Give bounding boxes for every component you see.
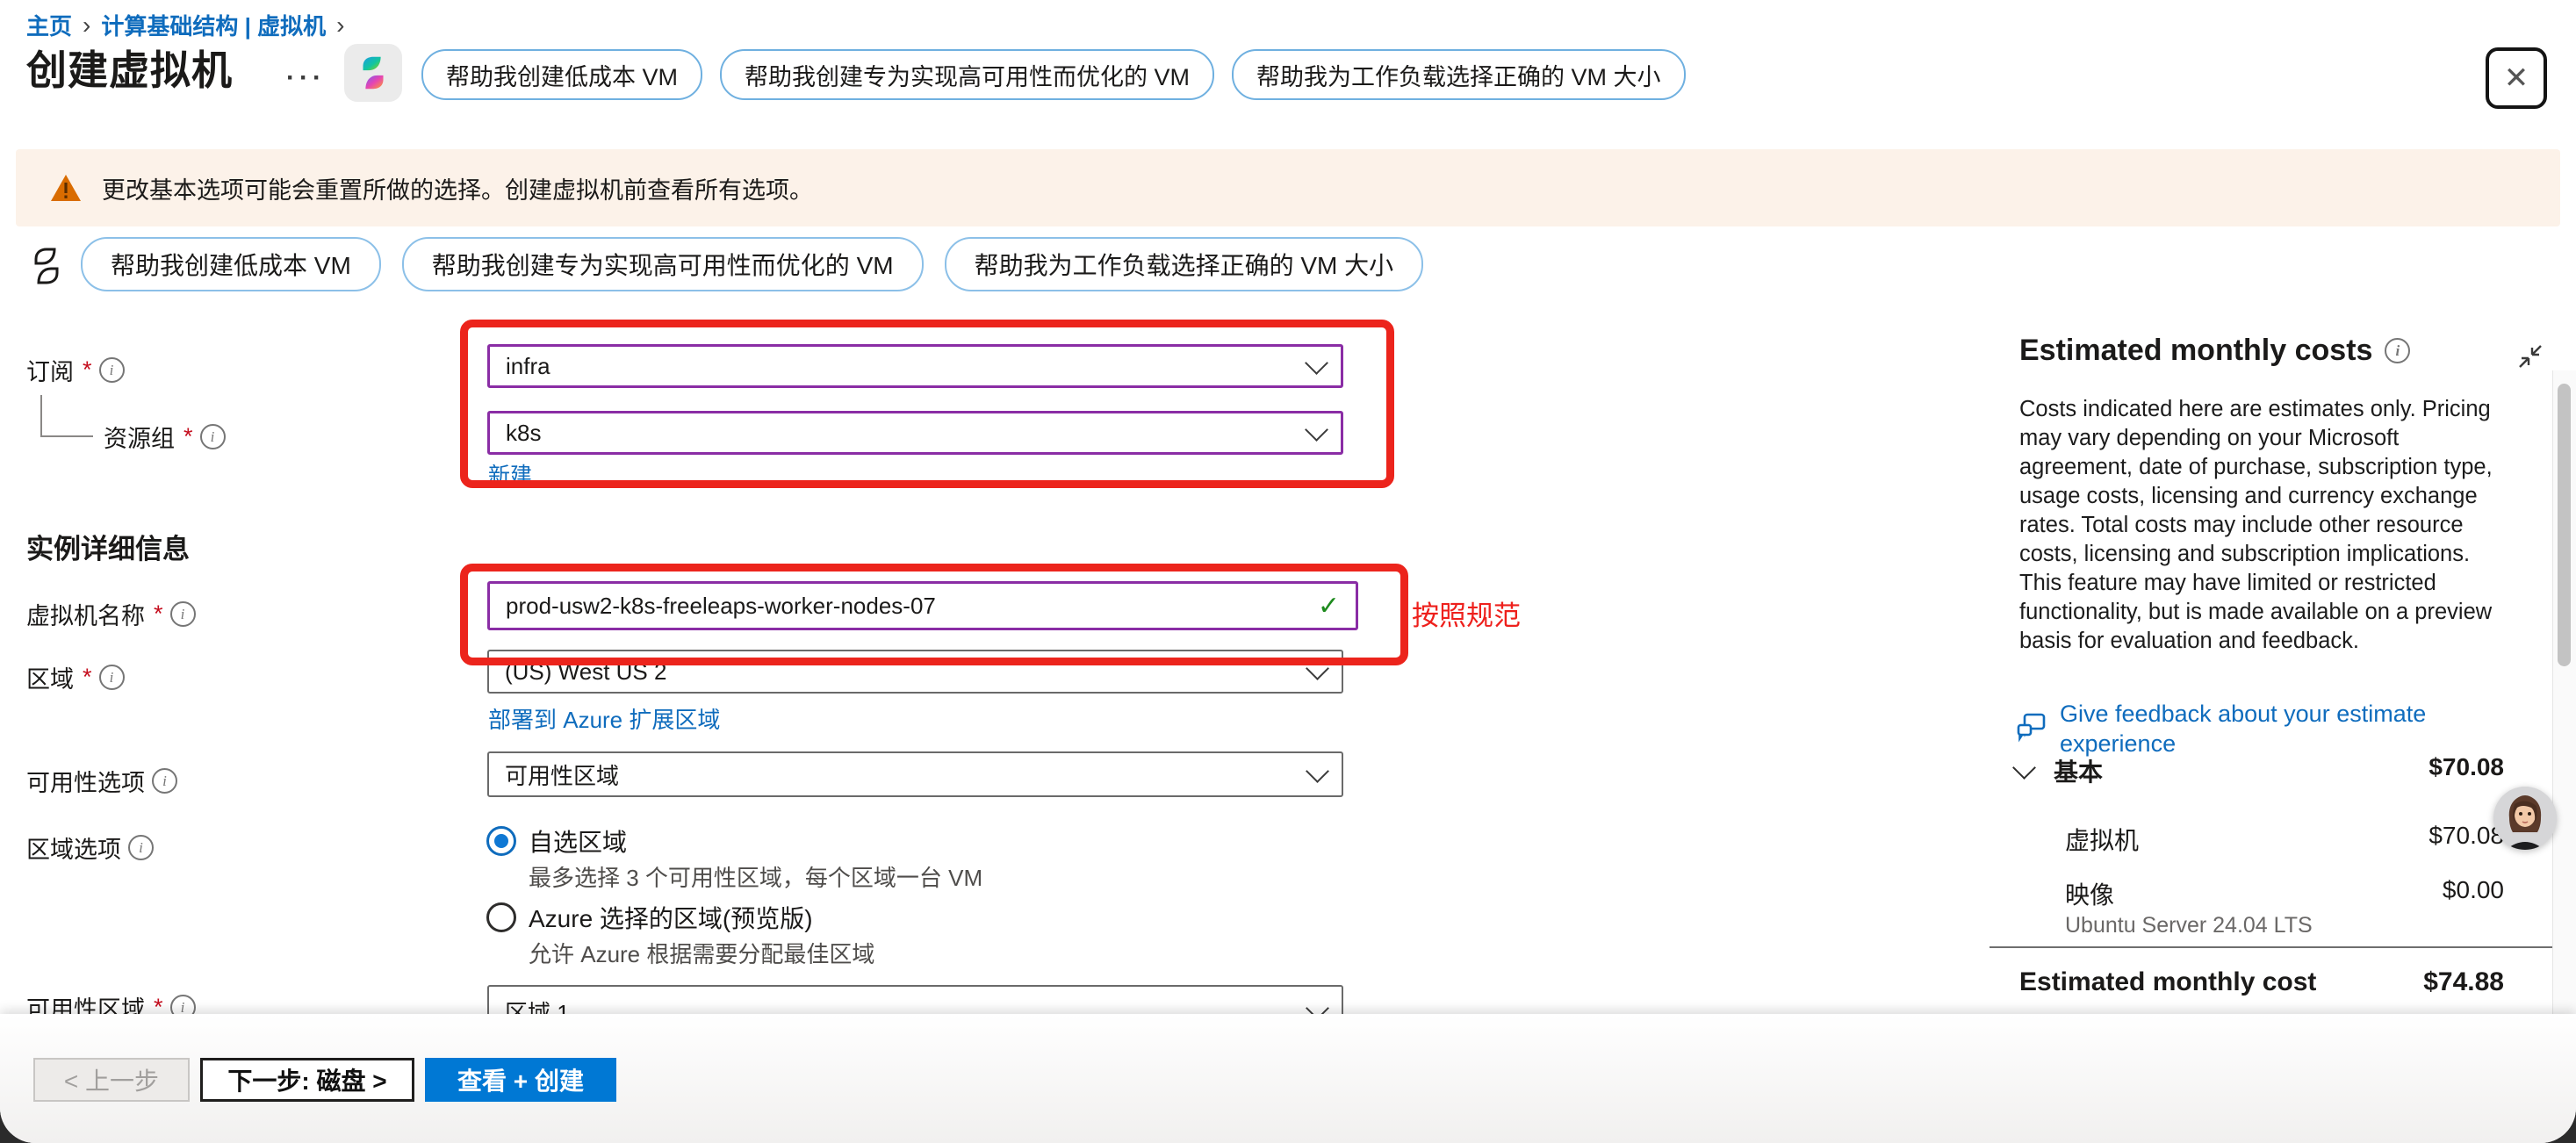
next-step-disks-button[interactable]: 下一步: 磁盘 >	[200, 1058, 414, 1102]
collapse-arrows-icon	[2516, 342, 2544, 370]
annotation-text: 按照规范	[1412, 593, 1521, 633]
copilot-suggestions-row-1: 帮助我创建低成本 VM 帮助我创建专为实现高可用性而优化的 VM 帮助我为工作负…	[421, 49, 1686, 100]
radio-self-selected-zone[interactable]	[486, 826, 516, 856]
suggestion-high-availability-button[interactable]: 帮助我创建专为实现高可用性而优化的 VM	[720, 49, 1214, 100]
avatar-image	[2493, 787, 2557, 850]
radio-description: 最多选择 3 个可用性区域，每个区域一台 VM	[529, 860, 982, 893]
breadcrumb-chevron-icon: ›	[336, 11, 344, 40]
more-options-ellipsis[interactable]: ···	[286, 63, 326, 93]
cost-item-image-sub: Ubuntu Server 24.04 LTS	[2065, 913, 2313, 938]
costs-disclaimer-text: Costs indicated here are estimates only.…	[2019, 395, 2516, 656]
extended-zones-link[interactable]: 部署到 Azure 扩展区域	[488, 702, 720, 735]
copilot-button[interactable]	[344, 44, 402, 102]
suggestion-low-cost-button[interactable]: 帮助我创建低成本 VM	[81, 237, 381, 291]
vm-name-label: 虚拟机名称* i	[26, 597, 196, 631]
info-icon[interactable]: i	[2385, 338, 2410, 363]
info-icon[interactable]: i	[128, 835, 154, 860]
vm-name-input[interactable]: prod-usw2-k8s-freeleaps-worker-nodes-07 …	[487, 581, 1358, 630]
footer-bar: < 上一步 下一步: 磁盘 > 查看 + 创建	[0, 1014, 2576, 1143]
info-icon[interactable]: i	[99, 665, 125, 690]
feedback-bubbles-icon	[2016, 711, 2047, 746]
chevron-down-icon	[2012, 756, 2036, 780]
cost-item-image-amount: $0.00	[2371, 876, 2504, 904]
previous-step-button[interactable]: < 上一步	[33, 1058, 190, 1102]
resource-group-label: 资源组* i	[104, 420, 226, 454]
close-icon: ✕	[2504, 61, 2529, 96]
estimate-feedback-link[interactable]: Give feedback about your estimate experi…	[2016, 699, 2508, 758]
instance-details-heading: 实例详细信息	[26, 527, 190, 566]
info-icon[interactable]: i	[99, 357, 125, 383]
availability-options-label: 可用性选项 i	[26, 764, 177, 798]
review-create-button[interactable]: 查看 + 创建	[425, 1058, 616, 1102]
total-amount: $74.88	[2353, 967, 2504, 997]
region-dropdown[interactable]: (US) West US 2	[487, 650, 1343, 694]
resource-group-dropdown[interactable]: k8s	[487, 411, 1343, 455]
availability-options-dropdown[interactable]: 可用性区域	[487, 751, 1343, 797]
radio-description: 允许 Azure 根据需要分配最佳区域	[529, 937, 874, 969]
total-label: Estimated monthly cost	[2019, 967, 2316, 997]
suggestion-vm-size-button[interactable]: 帮助我为工作负载选择正确的 VM 大小	[1232, 49, 1686, 100]
radio-azure-selected-zone[interactable]	[486, 902, 516, 932]
valid-check-icon: ✓	[1318, 591, 1340, 622]
cost-item-vm-amount: $70.08	[2371, 822, 2504, 850]
breadcrumb: 主页 › 计算基础结构 | 虚拟机 ›	[26, 9, 344, 41]
subscription-label: 订阅* i	[26, 353, 125, 387]
costs-panel-title: Estimated monthly costs i	[2019, 334, 2410, 368]
warning-text: 更改基本选项可能会重置所做的选择。创建虚拟机前查看所有选项。	[102, 171, 813, 205]
copilot-icon	[353, 53, 393, 93]
copilot-suggestions-row-2: 帮助我创建低成本 VM 帮助我创建专为实现高可用性而优化的 VM 帮助我为工作负…	[81, 237, 1423, 291]
cost-group-row-basic[interactable]: 基本	[2016, 753, 2103, 788]
panel-divider	[1990, 946, 2557, 948]
subscription-dropdown[interactable]: infra	[487, 344, 1343, 388]
cost-item-image: 映像	[2065, 876, 2114, 911]
warning-icon	[49, 173, 83, 203]
info-icon[interactable]: i	[200, 424, 226, 449]
required-star: *	[83, 664, 92, 691]
page-title: 创建虚拟机	[26, 39, 233, 97]
copilot-outline-icon	[23, 242, 70, 290]
create-vm-page: 主页 › 计算基础结构 | 虚拟机 › 创建虚拟机 ··· 帮助我创建低成本 V…	[0, 0, 2576, 1143]
chevron-down-icon	[1305, 418, 1328, 442]
cost-item-vm: 虚拟机	[2065, 822, 2139, 857]
zone-options-label: 区域选项 i	[26, 830, 154, 865]
connector-line	[40, 435, 93, 437]
breadcrumb-home-link[interactable]: 主页	[26, 9, 72, 41]
info-icon[interactable]: i	[170, 601, 196, 627]
connector-line	[40, 395, 42, 437]
chevron-down-icon	[1306, 759, 1329, 783]
suggestion-vm-size-button[interactable]: 帮助我为工作负载选择正确的 VM 大小	[945, 237, 1424, 291]
breadcrumb-vm-link[interactable]: 计算基础结构 | 虚拟机	[101, 9, 326, 41]
close-button[interactable]: ✕	[2486, 47, 2547, 109]
suggestion-high-availability-button[interactable]: 帮助我创建专为实现高可用性而优化的 VM	[402, 237, 924, 291]
scrollbar-thumb[interactable]	[2558, 384, 2571, 666]
chevron-down-icon	[1305, 351, 1328, 375]
breadcrumb-chevron-icon: ›	[83, 11, 90, 40]
required-star: *	[183, 423, 193, 450]
info-icon[interactable]: i	[152, 768, 177, 794]
required-star: *	[83, 356, 92, 384]
radio-label[interactable]: Azure 选择的区域(预览版)	[529, 900, 813, 935]
region-label: 区域* i	[26, 660, 125, 694]
warning-banner: 更改基本选项可能会重置所做的选择。创建虚拟机前查看所有选项。	[16, 149, 2560, 226]
cost-group-amount: $70.08	[2371, 753, 2504, 781]
chevron-down-icon	[1306, 657, 1329, 680]
avatar[interactable]	[2493, 787, 2557, 850]
required-star: *	[154, 600, 163, 628]
create-new-link[interactable]: 新建	[488, 458, 532, 490]
collapse-panel-button[interactable]	[2516, 342, 2544, 375]
suggestion-low-cost-button[interactable]: 帮助我创建低成本 VM	[421, 49, 702, 100]
radio-label[interactable]: 自选区域	[529, 823, 627, 859]
